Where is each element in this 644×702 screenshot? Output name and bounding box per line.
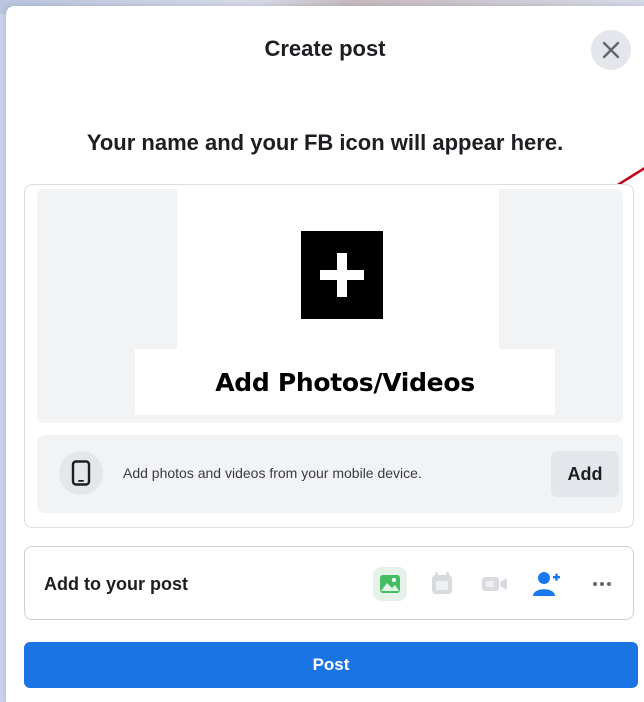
close-button[interactable] — [591, 30, 631, 70]
live-video-icon[interactable] — [477, 567, 511, 601]
photo-dropzone[interactable]: Add Photos/Videos — [37, 189, 623, 423]
media-upload-card: Add Photos/Videos Add photos and videos … — [24, 184, 634, 528]
author-placeholder-text: Your name and your FB icon will appear h… — [86, 130, 564, 155]
mobile-upload-row: Add photos and videos from your mobile d… — [37, 435, 623, 513]
dropzone-label: Add Photos/Videos — [215, 367, 475, 397]
add-to-post-bar: Add to your post — [24, 546, 634, 620]
mobile-upload-hint: Add photos and videos from your mobile d… — [123, 465, 422, 481]
create-post-dialog: Create post Your name and your FB icon w… — [6, 6, 644, 702]
more-options-icon[interactable] — [585, 567, 619, 601]
add-from-mobile-button[interactable]: Add — [551, 451, 619, 497]
phone-icon-circle — [59, 451, 103, 495]
gif-icon[interactable] — [425, 567, 459, 601]
dialog-title: Create post — [264, 36, 386, 61]
add-to-post-label: Add to your post — [44, 574, 188, 594]
phone-icon — [71, 460, 91, 486]
tag-people-icon[interactable] — [529, 567, 563, 601]
post-button[interactable]: Post — [24, 642, 638, 688]
dialog-header: Create post — [6, 6, 644, 90]
add-media-plus-icon[interactable] — [301, 231, 383, 319]
dropzone-label-box: Add Photos/Videos — [135, 349, 555, 415]
close-icon — [602, 41, 620, 59]
photo-video-icon[interactable] — [373, 567, 407, 601]
